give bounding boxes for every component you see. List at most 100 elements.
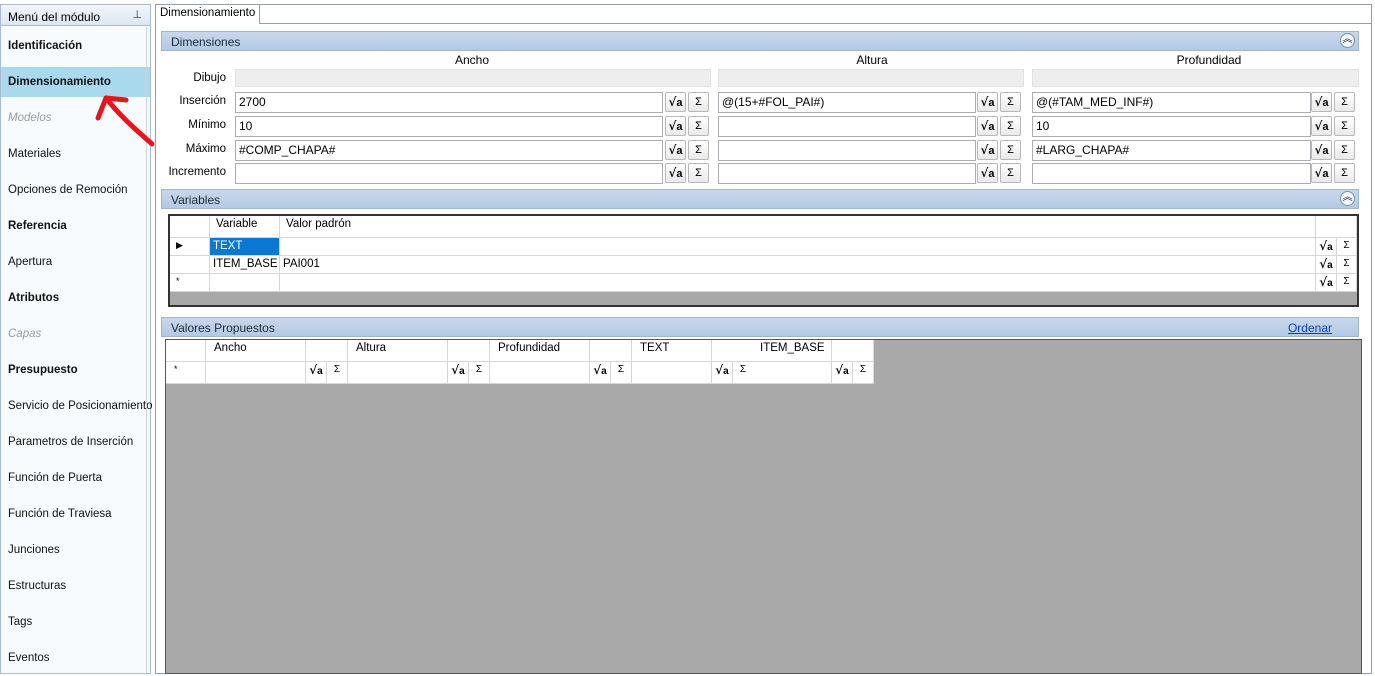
- collapse-dimensiones-icon[interactable]: ︽: [1340, 33, 1355, 48]
- valor-padron-cell[interactable]: PAI001: [280, 256, 1316, 274]
- variables-header: Variables ︽: [161, 189, 1359, 209]
- current-row-marker-icon[interactable]: ▶: [170, 238, 210, 256]
- formula-badge: a: [988, 168, 995, 180]
- incremento-input-profundidad[interactable]: [1032, 163, 1311, 184]
- sum-icon[interactable]: Σ: [1337, 274, 1357, 292]
- sum-icon[interactable]: Σ: [688, 140, 709, 160]
- propuesto-cell-profundidad[interactable]: [490, 362, 590, 384]
- propuesto-cell-ancho[interactable]: [206, 362, 306, 384]
- incremento-input-altura[interactable]: [718, 163, 976, 184]
- sidebar-item-materiales[interactable]: Materiales: [1, 139, 150, 169]
- collapse-variables-icon[interactable]: ︽: [1340, 191, 1355, 206]
- formula-editor-icon[interactable]: √a: [712, 362, 733, 384]
- formula-editor-icon[interactable]: √a: [1311, 163, 1332, 183]
- variable-cell[interactable]: ITEM_BASE: [210, 256, 280, 274]
- formula-editor-icon[interactable]: √a: [1316, 256, 1337, 274]
- incremento-input-ancho[interactable]: [235, 163, 663, 184]
- formula-editor-icon[interactable]: √a: [1311, 116, 1332, 136]
- sidebar-item-estructuras[interactable]: Estructuras: [1, 571, 150, 601]
- formula-editor-icon[interactable]: √a: [665, 92, 686, 112]
- sum-icon[interactable]: Σ: [469, 362, 490, 384]
- sidebar-item-dimensionamiento[interactable]: Dimensionamiento: [1, 67, 150, 97]
- variables-title: Variables: [171, 193, 221, 207]
- sum-icon[interactable]: Σ: [688, 92, 709, 112]
- sidebar-item-funcion-de-traviesa[interactable]: Función de Traviesa: [1, 499, 150, 529]
- sidebar-item-referencia[interactable]: Referencia: [1, 211, 150, 241]
- tab-dimensionamiento[interactable]: Dimensionamiento: [156, 5, 261, 24]
- sum-icon[interactable]: Σ: [688, 116, 709, 136]
- sidebar-item-junciones[interactable]: Junciones: [1, 535, 150, 565]
- sum-icon[interactable]: Σ: [733, 362, 754, 384]
- row-header[interactable]: [170, 256, 210, 274]
- formula-editor-icon[interactable]: √a: [1311, 92, 1332, 112]
- sidebar-item-identificacion[interactable]: Identificación: [1, 31, 150, 61]
- formula-editor-icon[interactable]: √a: [977, 163, 998, 183]
- sum-icon[interactable]: Σ: [1000, 163, 1021, 183]
- maximo-input-altura[interactable]: [718, 140, 976, 161]
- propuesto-cell-text[interactable]: [632, 362, 712, 384]
- col-header-buttons: [306, 340, 348, 362]
- formula-editor-icon[interactable]: √a: [590, 362, 611, 384]
- insercion-input-ancho[interactable]: 2700: [235, 92, 663, 113]
- sum-icon[interactable]: Σ: [611, 362, 632, 384]
- minimo-input-profundidad[interactable]: 10: [1032, 116, 1311, 137]
- sum-icon[interactable]: Σ: [1337, 256, 1357, 274]
- sidebar-item-funcion-de-puerta[interactable]: Función de Puerta: [1, 463, 150, 493]
- sum-icon[interactable]: Σ: [1000, 92, 1021, 112]
- new-row-marker[interactable]: *: [166, 362, 206, 384]
- formula-badge: a: [1327, 242, 1333, 253]
- formula-editor-icon[interactable]: √a: [1311, 140, 1332, 160]
- sidebar-item-atributos[interactable]: Atributos: [1, 283, 150, 313]
- ordenar-link[interactable]: Ordenar: [1288, 321, 1332, 335]
- variable-cell[interactable]: [210, 274, 280, 292]
- col-header-buttons: [832, 340, 874, 362]
- sum-icon[interactable]: Σ: [327, 362, 348, 384]
- sum-icon[interactable]: Σ: [1334, 140, 1355, 160]
- col-header-profundidad: Profundidad: [490, 340, 590, 362]
- formula-editor-icon[interactable]: √a: [977, 92, 998, 112]
- pin-icon[interactable]: ⊥: [132, 8, 142, 21]
- variable-cell[interactable]: TEXT: [210, 238, 280, 256]
- sum-icon[interactable]: Σ: [853, 362, 874, 384]
- sidebar-item-presupuesto[interactable]: Presupuesto: [1, 355, 150, 385]
- propuesto-cell-item-base[interactable]: [752, 362, 832, 384]
- sum-icon[interactable]: Σ: [1000, 140, 1021, 160]
- formula-editor-icon[interactable]: √a: [306, 362, 327, 384]
- sidebar-item-eventos[interactable]: Eventos: [1, 643, 150, 673]
- sum-icon[interactable]: Σ: [688, 163, 709, 183]
- row-label-incremento: Incremento: [168, 166, 226, 178]
- maximo-input-profundidad[interactable]: #LARG_CHAPA#: [1032, 140, 1311, 161]
- propuesto-cell-altura[interactable]: [348, 362, 448, 384]
- formula-editor-icon[interactable]: √a: [1316, 238, 1337, 256]
- sidebar-item-tags[interactable]: Tags: [1, 607, 150, 637]
- sum-icon[interactable]: Σ: [1334, 163, 1355, 183]
- formula-editor-icon[interactable]: √a: [665, 140, 686, 160]
- sidebar-item-servicio-de-posicionamiento[interactable]: Servicio de Posicionamiento: [1, 391, 152, 421]
- new-row-marker[interactable]: *: [170, 274, 210, 292]
- insercion-input-profundidad[interactable]: @(#TAM_MED_INF#): [1032, 92, 1311, 113]
- maximo-input-ancho[interactable]: #COMP_CHAPA#: [235, 140, 663, 161]
- formula-editor-icon[interactable]: √a: [977, 140, 998, 160]
- formula-editor-icon[interactable]: √a: [832, 362, 853, 384]
- sum-icon[interactable]: Σ: [1334, 116, 1355, 136]
- formula-editor-icon[interactable]: √a: [1316, 274, 1337, 292]
- sum-icon[interactable]: Σ: [1000, 116, 1021, 136]
- col-header-ancho: Ancho: [454, 53, 490, 67]
- formula-editor-icon[interactable]: √a: [977, 116, 998, 136]
- sidebar-item-parametros-de-insercion[interactable]: Parametros de Inserción: [1, 427, 150, 457]
- formula-editor-icon[interactable]: √a: [448, 362, 469, 384]
- sum-icon[interactable]: Σ: [1337, 238, 1357, 256]
- formula-editor-icon[interactable]: √a: [665, 116, 686, 136]
- sidebar-item-apertura[interactable]: Apertura: [1, 247, 150, 277]
- minimo-input-ancho[interactable]: 10: [235, 116, 663, 137]
- sidebar-item-opciones-de-remocion[interactable]: Opciones de Remoción: [1, 175, 150, 205]
- formula-editor-icon[interactable]: √a: [665, 163, 686, 183]
- valor-padron-cell[interactable]: [280, 238, 1316, 256]
- sidebar-scrollbar[interactable]: [146, 27, 150, 673]
- valor-padron-cell[interactable]: [280, 274, 1316, 292]
- minimo-input-altura[interactable]: [718, 116, 976, 137]
- row-label-minimo: Mínimo: [188, 119, 226, 131]
- sum-icon[interactable]: Σ: [1334, 92, 1355, 112]
- formula-badge: a: [676, 121, 683, 133]
- insercion-input-altura[interactable]: @(15+#FOL_PAI#): [718, 92, 976, 113]
